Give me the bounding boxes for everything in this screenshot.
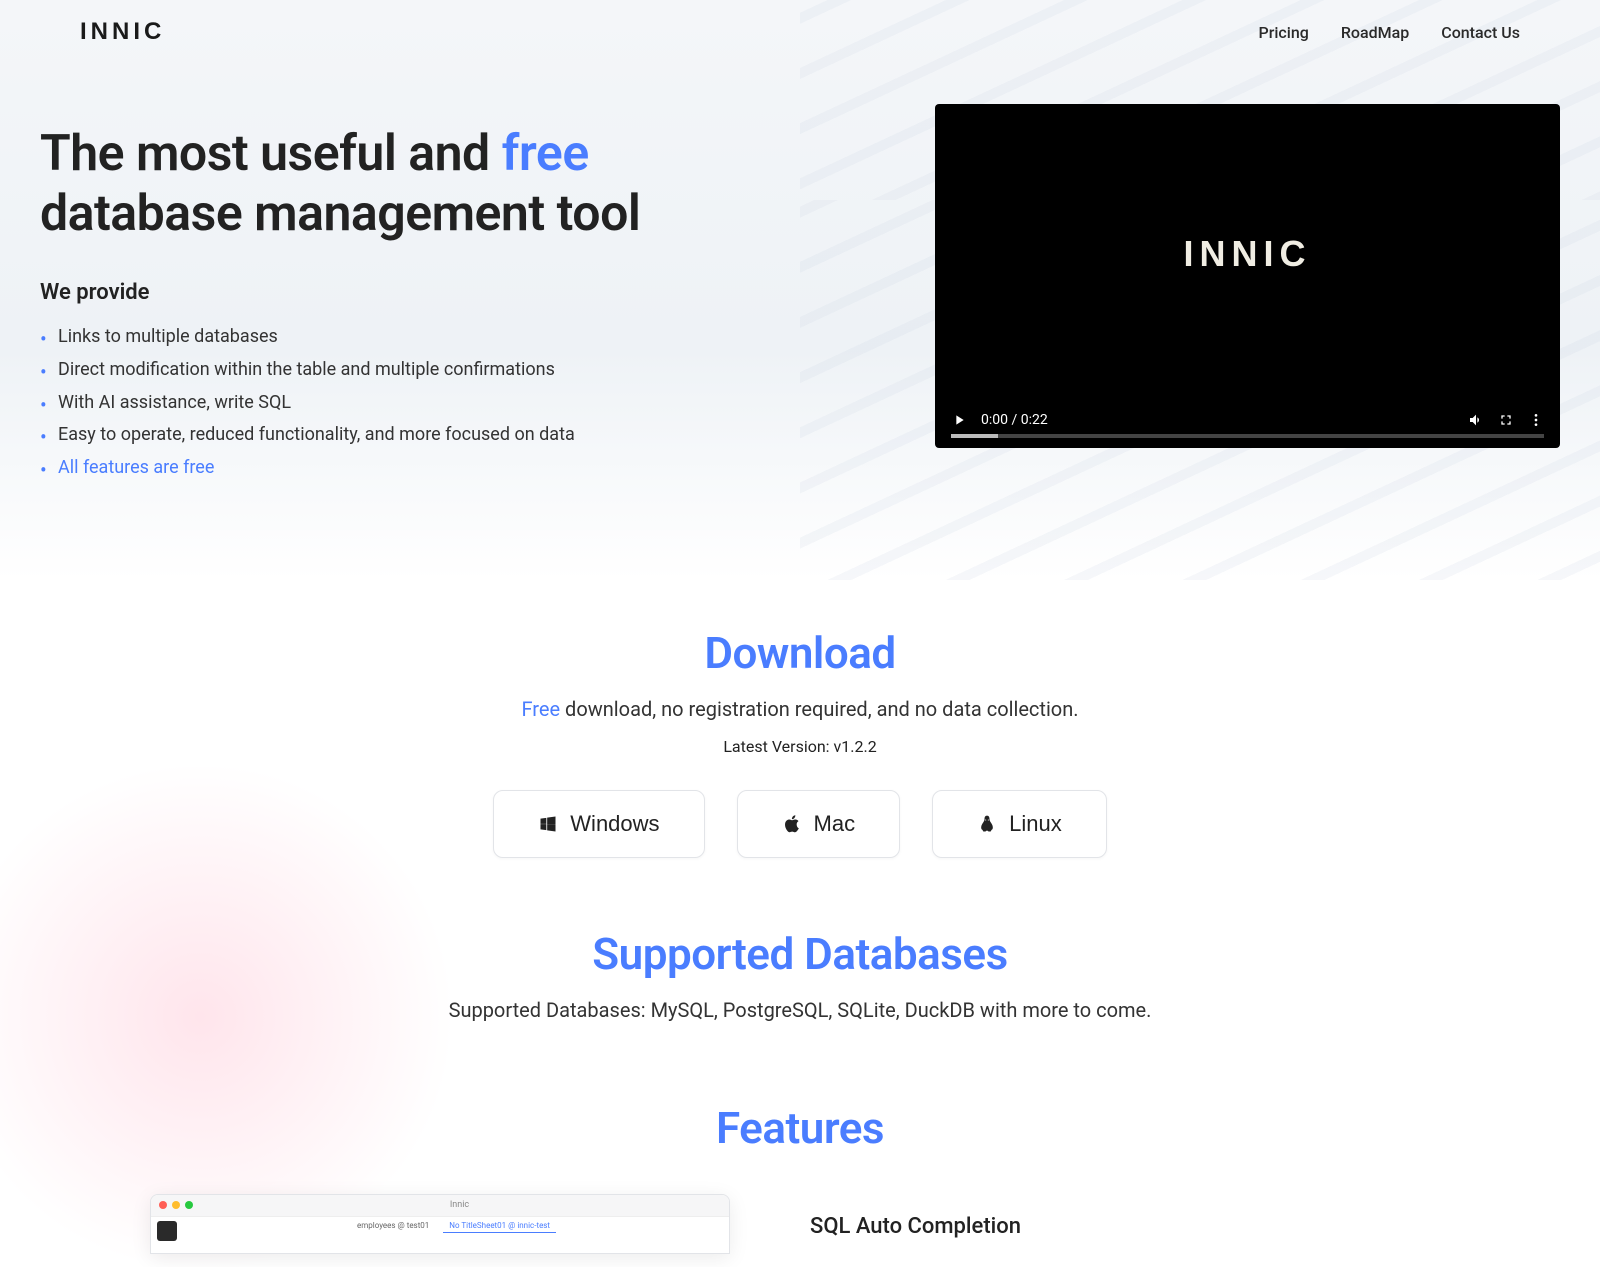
brand-logo[interactable]: INNIC: [80, 18, 165, 46]
download-sub-rest: download, no registration required, and …: [560, 697, 1078, 721]
hero-title-part1: The most useful and: [40, 125, 502, 183]
traffic-light-zoom-icon: [185, 1201, 193, 1209]
download-sub-accent: Free: [521, 697, 560, 721]
supported-title: Supported Databases: [0, 928, 1600, 980]
video-progress-bar[interactable]: [951, 434, 1544, 438]
supported-subtitle: Supported Databases: MySQL, PostgreSQL, …: [0, 998, 1600, 1022]
screenshot-tab-active: No TitleSheet01 @ innic-test: [443, 1219, 556, 1233]
apple-icon: [782, 814, 802, 834]
feature-description: SQL Auto Completion: [810, 1194, 1021, 1239]
hero-feature-item: With AI assistance, write SQL: [40, 389, 895, 418]
feature-detail-row: Innic employees @ test01 No TitleSheet01…: [0, 1194, 1600, 1254]
download-mac-label: Mac: [814, 811, 856, 837]
hero-feature-list: Links to multiple databases Direct modif…: [40, 323, 895, 483]
video-controls: 0:00 / 0:22: [935, 404, 1560, 434]
nav-pricing[interactable]: Pricing: [1258, 23, 1308, 42]
windows-icon: [538, 814, 558, 834]
download-subtitle: Free download, no registration required,…: [0, 697, 1600, 721]
screenshot-sidebar-icon: [157, 1221, 177, 1241]
screenshot-tabs: employees @ test01 No TitleSheet01 @ inn…: [351, 1219, 556, 1233]
download-title: Download: [0, 627, 1600, 679]
hero-title-accent: free: [502, 125, 589, 183]
hero-section: The most useful and free database manage…: [0, 64, 1600, 567]
traffic-light-close-icon: [159, 1201, 167, 1209]
hero-feature-item-accent: All features are free: [40, 454, 895, 483]
video-progress-loaded: [951, 434, 998, 438]
download-windows-label: Windows: [570, 811, 659, 837]
we-provide-heading: We provide: [40, 280, 895, 305]
volume-icon[interactable]: [1468, 412, 1484, 428]
linux-icon: [977, 814, 997, 834]
video-logo-text: INNIC: [1184, 233, 1312, 275]
screenshot-titlebar: Innic: [151, 1195, 729, 1217]
hero-feature-item: Direct modification within the table and…: [40, 356, 895, 385]
promo-video[interactable]: INNIC 0:00 / 0:22: [935, 104, 1560, 448]
hero-feature-item: Easy to operate, reduced functionality, …: [40, 421, 895, 450]
nav-contact[interactable]: Contact Us: [1441, 23, 1520, 42]
download-mac-button[interactable]: Mac: [737, 790, 901, 858]
screenshot-app-title: Innic: [198, 1200, 721, 1210]
hero-feature-item: Links to multiple databases: [40, 323, 895, 352]
download-linux-button[interactable]: Linux: [932, 790, 1107, 858]
traffic-light-minimize-icon: [172, 1201, 180, 1209]
features-title: Features: [0, 1102, 1600, 1154]
hero-title-part2: database management tool: [40, 185, 640, 243]
play-icon[interactable]: [951, 412, 967, 428]
video-body[interactable]: INNIC: [935, 104, 1560, 404]
features-section: Features Innic employees @ test01 No Tit…: [0, 1102, 1600, 1254]
download-section: Download Free download, no registration …: [0, 627, 1600, 858]
hero-title: The most useful and free database manage…: [40, 124, 895, 244]
nav-links: Pricing RoadMap Contact Us: [1258, 23, 1520, 42]
supported-section: Supported Databases Supported Databases:…: [0, 928, 1600, 1022]
feature-screenshot: Innic employees @ test01 No TitleSheet01…: [150, 1194, 730, 1254]
video-time: 0:00 / 0:22: [981, 412, 1048, 428]
download-windows-button[interactable]: Windows: [493, 790, 704, 858]
download-version: Latest Version: v1.2.2: [0, 737, 1600, 756]
screenshot-tab: employees @ test01: [351, 1219, 435, 1233]
nav-roadmap[interactable]: RoadMap: [1341, 23, 1409, 42]
fullscreen-icon[interactable]: [1498, 412, 1514, 428]
hero-copy: The most useful and free database manage…: [40, 104, 895, 487]
more-icon[interactable]: [1528, 412, 1544, 428]
download-linux-label: Linux: [1009, 811, 1062, 837]
feature-item-title: SQL Auto Completion: [810, 1194, 1021, 1239]
top-nav: INNIC Pricing RoadMap Contact Us: [0, 0, 1600, 64]
download-buttons: Windows Mac Linux: [0, 790, 1600, 858]
